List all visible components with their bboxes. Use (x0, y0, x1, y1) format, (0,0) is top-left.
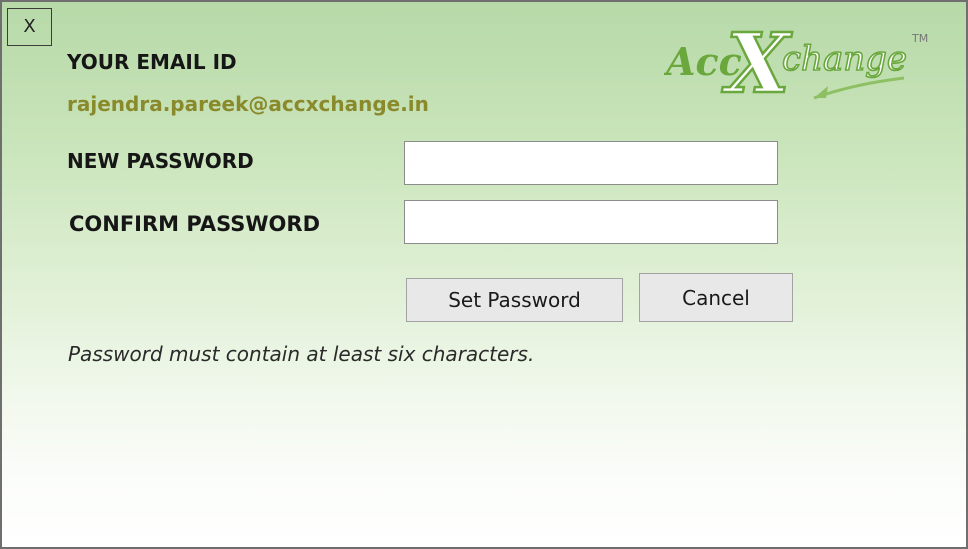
set-password-dialog: X YOUR EMAIL ID rajendra.pareek@accxchan… (0, 0, 968, 549)
email-id-label: YOUR EMAIL ID (67, 50, 237, 74)
cancel-button[interactable]: Cancel (639, 273, 793, 322)
email-id-value: rajendra.pareek@accxchange.in (67, 92, 429, 116)
logo-suffix: change (782, 39, 907, 79)
close-button[interactable]: X (7, 8, 52, 46)
logo-trademark: TM (911, 32, 928, 45)
new-password-label: NEW PASSWORD (67, 149, 254, 173)
confirm-password-label: CONFIRM PASSWORD (69, 212, 321, 236)
accxchange-logo: Acc X change TM (664, 20, 928, 110)
new-password-input[interactable] (404, 141, 778, 185)
confirm-password-input[interactable] (404, 200, 778, 244)
password-hint: Password must contain at least six chara… (68, 342, 535, 366)
set-password-button[interactable]: Set Password (406, 278, 623, 322)
